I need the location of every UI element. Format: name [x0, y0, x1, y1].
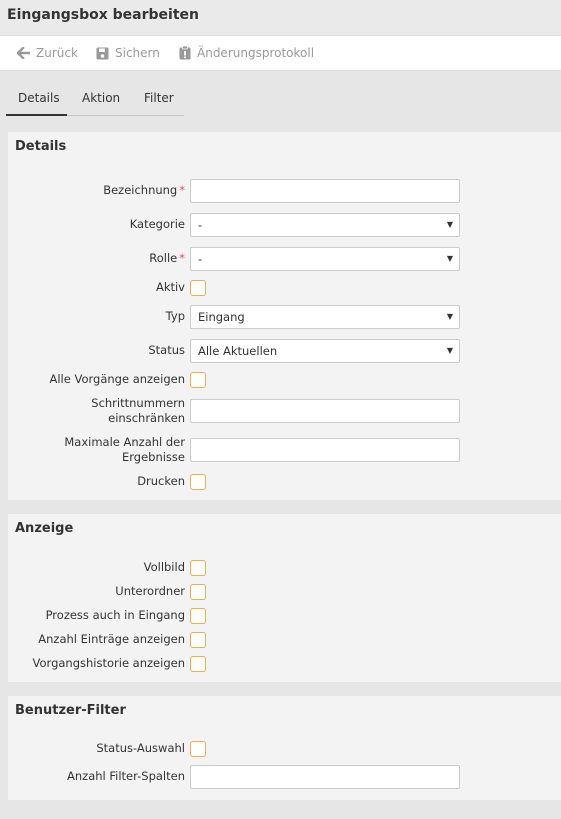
benutzer-filter-heading: Benutzer-Filter: [15, 703, 126, 718]
typ-label: Typ: [165, 309, 185, 323]
status-label: Status: [148, 343, 185, 357]
back-label: Zurück: [36, 46, 78, 60]
benutzer-filter-section: Benutzer-Filter Status-Auswahl Anzahl Fi…: [8, 696, 561, 800]
tab-aktion[interactable]: Aktion: [82, 91, 120, 105]
title-bar: Eingangsbox bearbeiten: [0, 0, 561, 35]
active-tab-indicator: [6, 114, 67, 116]
historie-label: Vorgangshistorie anzeigen: [32, 656, 185, 670]
status-value: Alle Aktuellen: [198, 344, 278, 358]
drucken-label: Drucken: [137, 474, 185, 488]
alle-vorgaenge-label: Alle Vorgänge anzeigen: [49, 372, 186, 386]
rolle-label-text: Rolle: [149, 251, 178, 265]
kategorie-value: -: [198, 218, 203, 232]
unterordner-checkbox[interactable]: [190, 584, 206, 600]
floppy-disk-icon: [96, 47, 109, 59]
rolle-label: Rolle *: [149, 251, 185, 266]
changelog-button[interactable]: Änderungsprotokoll: [179, 36, 314, 70]
tab-bar: Details Aktion Filter: [6, 71, 184, 116]
max-anzahl-label-line1: Maximale Anzahl der: [64, 435, 185, 449]
arrow-left-icon: [17, 47, 30, 59]
caret-down-icon: ▼: [446, 254, 453, 263]
rolle-value: -: [198, 252, 203, 266]
anzahl-eintraege-checkbox[interactable]: [190, 632, 206, 648]
anzeige-section: Anzeige Vollbild Unterordner Prozess auc…: [8, 514, 561, 682]
details-heading: Details: [15, 139, 67, 154]
prozess-label: Prozess auch in Eingang: [45, 608, 185, 622]
aktiv-label: Aktiv: [155, 280, 185, 294]
status-select[interactable]: Alle Aktuellen ▼: [190, 339, 460, 363]
tab-filter[interactable]: Filter: [144, 91, 174, 105]
filter-spalten-label: Anzahl Filter-Spalten: [67, 769, 185, 783]
toolbar: Zurück Sichern Änderungsprotokoll: [0, 35, 561, 71]
caret-down-icon: ▼: [446, 346, 453, 355]
page-title: Eingangsbox bearbeiten: [7, 7, 200, 23]
vollbild-checkbox[interactable]: [190, 560, 206, 576]
bezeichnung-input[interactable]: [190, 179, 460, 203]
status-auswahl-checkbox[interactable]: [190, 741, 206, 757]
tab-details[interactable]: Details: [18, 91, 60, 105]
bezeichnung-label-text: Bezeichnung: [103, 183, 178, 197]
typ-value: Eingang: [198, 310, 245, 324]
max-anzahl-label-line2: Ergebnisse: [121, 450, 185, 464]
schrittnummern-input[interactable]: [190, 399, 460, 423]
kategorie-select[interactable]: - ▼: [190, 213, 460, 237]
clipboard-icon: [179, 46, 191, 60]
vollbild-label: Vollbild: [143, 560, 185, 574]
historie-checkbox[interactable]: [190, 656, 206, 672]
max-anzahl-input[interactable]: [190, 438, 460, 462]
typ-select[interactable]: Eingang ▼: [190, 305, 460, 329]
status-auswahl-label: Status-Auswahl: [96, 741, 185, 755]
drucken-checkbox[interactable]: [190, 474, 206, 490]
schrittnummern-label-line2: einschränken: [108, 411, 185, 425]
anzahl-eintraege-label: Anzahl Einträge anzeigen: [38, 632, 185, 646]
save-label: Sichern: [115, 46, 160, 60]
filter-spalten-input[interactable]: [190, 765, 460, 789]
required-marker: *: [179, 251, 185, 265]
changelog-label: Änderungsprotokoll: [197, 46, 315, 60]
unterordner-label: Unterordner: [115, 584, 185, 598]
caret-down-icon: ▼: [446, 220, 453, 229]
required-marker: *: [179, 183, 185, 197]
caret-down-icon: ▼: [446, 312, 453, 321]
rolle-select[interactable]: - ▼: [190, 247, 460, 271]
prozess-checkbox[interactable]: [190, 608, 206, 624]
save-button[interactable]: Sichern: [96, 36, 160, 70]
aktiv-checkbox[interactable]: [190, 280, 206, 296]
bezeichnung-label: Bezeichnung *: [103, 183, 185, 198]
schrittnummern-label-line1: Schrittnummern: [91, 396, 185, 410]
back-button[interactable]: Zurück: [17, 36, 78, 70]
alle-vorgaenge-checkbox[interactable]: [190, 372, 206, 388]
details-section: Details Bezeichnung * Kategorie - ▼ Rolle…: [8, 132, 561, 500]
kategorie-label: Kategorie: [129, 217, 185, 231]
anzeige-heading: Anzeige: [15, 521, 74, 536]
